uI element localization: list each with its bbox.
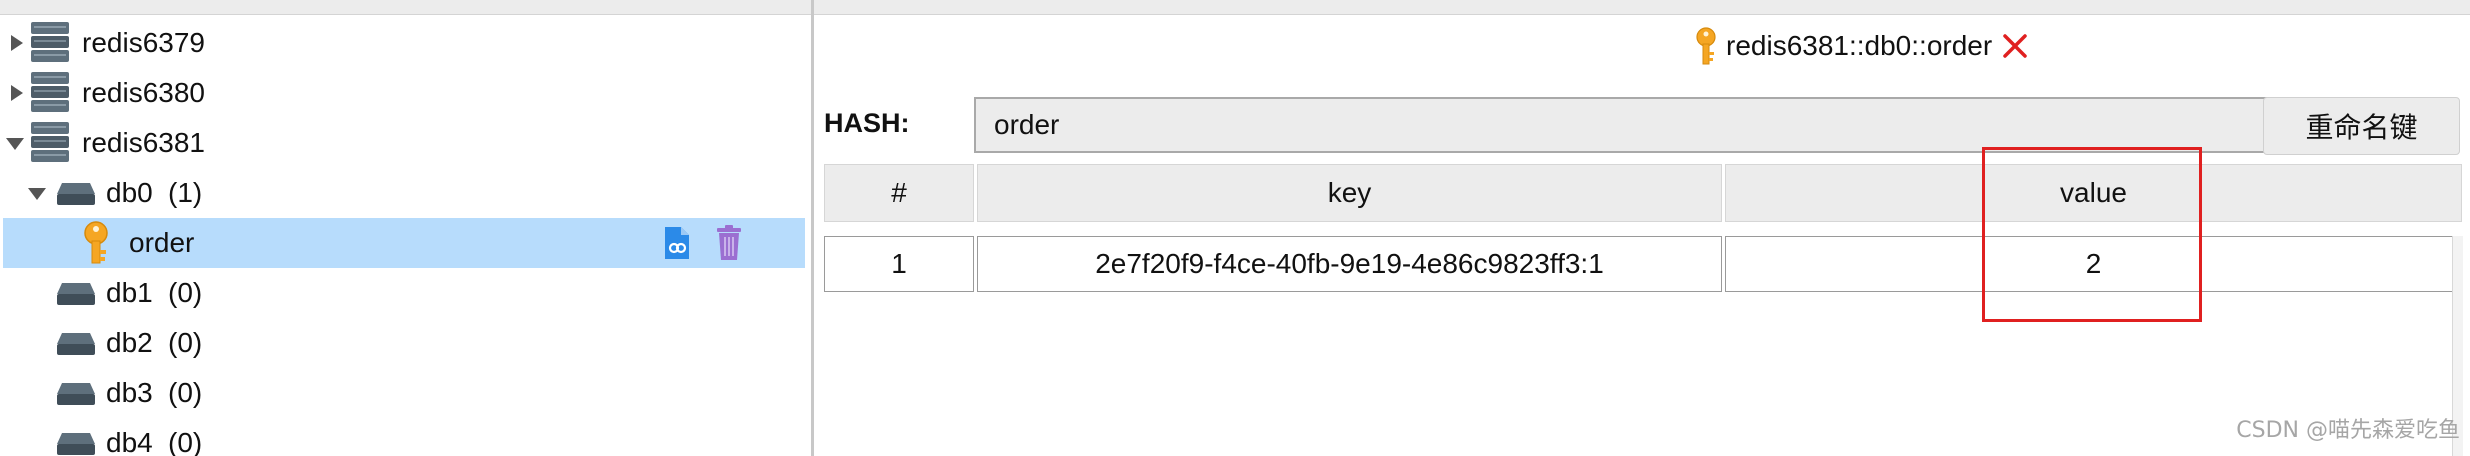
table-cell-key[interactable]: 2e7f20f9-f4ce-40fb-9e19-4e86c9823ff3:1 xyxy=(977,236,1722,292)
expand-arrow-icon[interactable] xyxy=(6,32,28,54)
database-name: db2 xyxy=(106,327,153,358)
annotation-highlight-box xyxy=(1982,147,2202,322)
tab-title-text: redis6381::db0::order xyxy=(1726,30,1993,61)
database-name: db3 xyxy=(106,377,153,408)
tree-item-redis6379[interactable]: redis6379 xyxy=(0,18,811,68)
expand-arrow-icon[interactable] xyxy=(6,82,28,104)
tree-item-redis6380[interactable]: redis6380 xyxy=(0,68,811,118)
key-detail-panel: redis6381::db0::order HASH: 重命名键 # key v… xyxy=(814,0,2470,456)
database-key-count: (0) xyxy=(168,377,203,408)
database-icon xyxy=(56,431,96,455)
tab-key-order[interactable]: redis6381::db0::order xyxy=(1694,26,2028,66)
tree-item-key-order[interactable]: order xyxy=(3,218,805,268)
server-icon xyxy=(30,21,70,65)
database-key-count: (0) xyxy=(168,327,203,358)
key-name-input[interactable] xyxy=(974,97,2300,153)
close-icon[interactable] xyxy=(2002,33,2028,59)
server-icon xyxy=(30,71,70,115)
key-icon xyxy=(1694,27,1718,65)
tree-item-db0[interactable]: db0 (1) xyxy=(0,168,811,218)
database-icon xyxy=(56,381,96,405)
redis-desktop-manager-window: redis6379 redis6380 redis6381 db0 (1) or… xyxy=(0,0,2470,456)
server-name: redis6379 xyxy=(82,27,205,58)
database-name: db0 xyxy=(106,177,153,208)
database-key-count: (0) xyxy=(168,277,203,308)
key-name: order xyxy=(129,227,195,258)
tree-item-db1[interactable]: db1 (0) xyxy=(0,268,811,318)
collapse-arrow-icon[interactable] xyxy=(26,182,48,204)
database-icon xyxy=(56,331,96,355)
database-name: db4 xyxy=(106,427,153,456)
column-header-index[interactable]: # xyxy=(824,164,974,222)
connection-tree-panel: redis6379 redis6380 redis6381 db0 (1) or… xyxy=(0,0,814,456)
server-name: redis6380 xyxy=(82,77,205,108)
key-type-label: HASH: xyxy=(824,108,910,138)
database-name: db1 xyxy=(106,277,153,308)
collapse-arrow-icon[interactable] xyxy=(4,132,26,154)
tree-panel-header-strip xyxy=(0,0,811,15)
tree-item-redis6381[interactable]: redis6381 xyxy=(0,118,811,168)
watermark-text: CSDN @喵先森爱吃鱼 xyxy=(2236,418,2460,443)
tree-item-db2[interactable]: db2 (0) xyxy=(0,318,811,368)
key-icon xyxy=(81,221,111,265)
server-icon xyxy=(30,121,70,165)
database-key-count: (0) xyxy=(168,427,203,456)
rename-key-button[interactable]: 重命名键 xyxy=(2263,97,2460,155)
detail-panel-header-strip xyxy=(814,0,2470,15)
column-header-key[interactable]: key xyxy=(977,164,1722,222)
server-name: redis6381 xyxy=(82,127,205,158)
database-icon xyxy=(56,281,96,305)
tree-item-db4[interactable]: db4 (0) xyxy=(0,418,811,456)
table-cell-index[interactable]: 1 xyxy=(824,236,974,292)
tree-item-db3[interactable]: db3 (0) xyxy=(0,368,811,418)
database-icon xyxy=(56,181,96,205)
copy-link-icon[interactable] xyxy=(662,225,692,261)
delete-icon[interactable] xyxy=(714,225,744,261)
database-key-count: (1) xyxy=(168,177,203,208)
